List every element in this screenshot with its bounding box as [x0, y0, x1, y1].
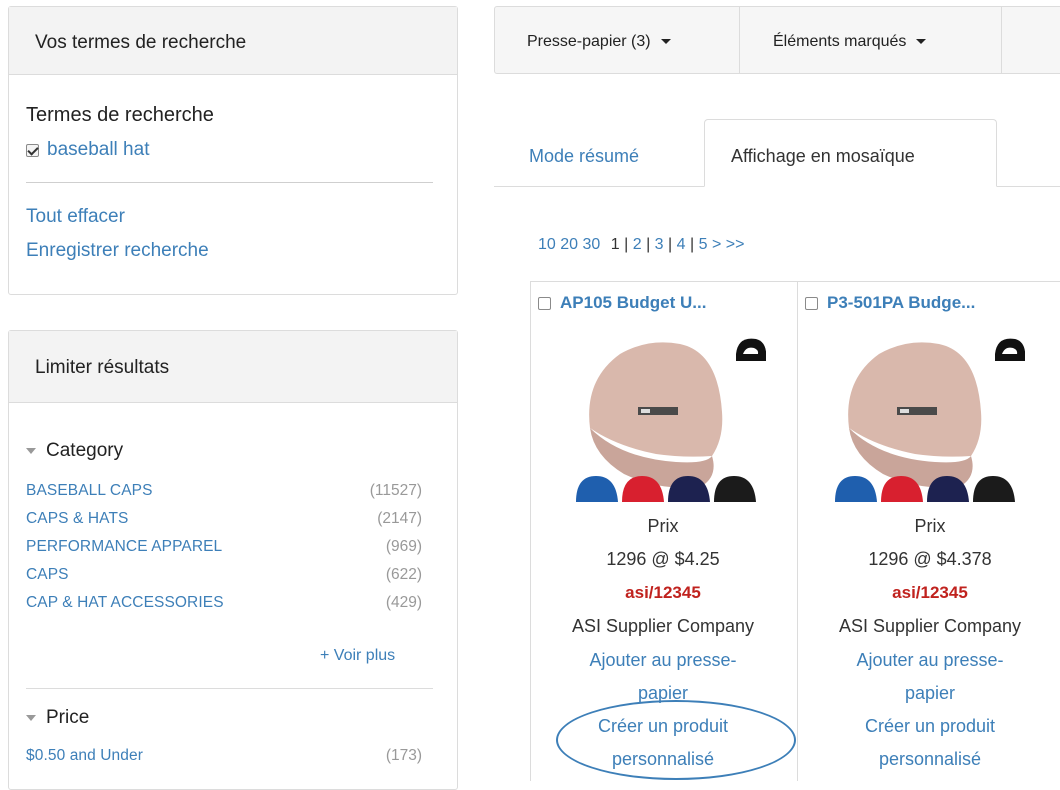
price-item[interactable]: $0.50 and Under (173): [26, 747, 422, 769]
page-4-link[interactable]: 4: [677, 236, 686, 253]
tab-tile-view[interactable]: Affichage en mosaïque: [704, 119, 997, 187]
product-title-link[interactable]: P3-501PA Budge...: [827, 293, 975, 313]
category-count: (622): [385, 566, 422, 583]
tab-summary[interactable]: Mode résumé: [529, 146, 639, 167]
see-more-link[interactable]: + Voir plus: [320, 647, 395, 665]
tab-tile-view-label: Affichage en mosaïque: [731, 146, 915, 166]
category-item[interactable]: CAPS (622): [26, 566, 422, 588]
category-item[interactable]: CAPS & HATS (2147): [26, 510, 422, 532]
category-count: (2147): [377, 510, 422, 527]
page-5-link[interactable]: 5: [699, 236, 708, 253]
clear-all-link[interactable]: Tout effacer: [26, 206, 125, 228]
page-separator: |: [668, 236, 673, 253]
price-count: (173): [385, 747, 422, 764]
add-to-clipboard-link[interactable]: Ajouter au presse-: [530, 650, 796, 671]
price-facet-title: Price: [46, 707, 90, 728]
separator: [739, 7, 740, 73]
price-label: Prix: [914, 516, 946, 536]
product-card: P3-501PA Budge... Prix 1296 @ $4.378 asi…: [797, 282, 1060, 781]
filter-header: Limiter résultats: [9, 331, 457, 403]
clipboard-dropdown[interactable]: Presse-papier (3): [527, 7, 671, 73]
clipboard-label: Presse-papier (3): [527, 33, 651, 50]
category-label[interactable]: CAP & HAT ACCESSORIES: [26, 594, 224, 612]
product-select-checkbox[interactable]: [805, 296, 818, 310]
save-search-link[interactable]: Enregistrer recherche: [26, 240, 209, 262]
product-title-row[interactable]: P3-501PA Budge...: [805, 293, 975, 313]
last-page-link[interactable]: >>: [726, 236, 745, 253]
caret-down-icon: [26, 448, 36, 454]
search-term-row[interactable]: baseball hat: [26, 139, 149, 161]
supplier-name: ASI Supplier Company: [838, 616, 1022, 636]
search-term-checkbox[interactable]: [26, 143, 39, 157]
product-select-checkbox[interactable]: [538, 296, 551, 310]
category-count: (11527): [369, 482, 422, 499]
separator: [1001, 7, 1002, 73]
price-label: Prix: [647, 516, 679, 536]
product-title-row[interactable]: AP105 Budget U...: [538, 293, 706, 313]
price-facet-toggle[interactable]: Price: [26, 707, 89, 729]
category-facet-title: Category: [46, 440, 124, 461]
baseball-cap-image[interactable]: [576, 332, 766, 502]
category-facet-toggle[interactable]: Category: [26, 440, 123, 462]
product-title-link[interactable]: AP105 Budget U...: [560, 293, 706, 313]
asi-number: asi/12345: [625, 583, 701, 602]
create-custom-product-link[interactable]: personnalisé: [530, 749, 796, 770]
pager: 10 20 30 1 | 2 | 3 | 4 | 5 > >>: [538, 236, 744, 254]
toolbar: Presse-papier (3) Éléments marqués: [494, 6, 1060, 74]
page-separator: |: [646, 236, 651, 253]
category-item[interactable]: CAP & HAT ACCESSORIES (429): [26, 594, 422, 616]
page-3-link[interactable]: 3: [655, 236, 664, 253]
price-value: 1296 @ $4.25: [606, 549, 720, 569]
create-custom-product-link[interactable]: personnalisé: [797, 749, 1060, 770]
price-label[interactable]: $0.50 and Under: [26, 747, 143, 765]
page-current: 1: [610, 236, 620, 253]
page-separator: |: [690, 236, 695, 253]
category-label[interactable]: CAPS & HATS: [26, 510, 128, 528]
add-to-clipboard-link[interactable]: Ajouter au presse-: [797, 650, 1060, 671]
page-separator: |: [624, 236, 629, 253]
next-page-link[interactable]: >: [712, 236, 721, 253]
page-size-links[interactable]: 10 20 30: [538, 236, 600, 253]
product-card: AP105 Budget U... Prix 1296 @ $4.25 asi/…: [530, 282, 796, 781]
category-label[interactable]: PERFORMANCE APPAREL: [26, 538, 222, 556]
caret-down-icon: [660, 39, 671, 45]
marked-items-dropdown[interactable]: Éléments marqués: [773, 7, 927, 73]
marked-items-label: Éléments marqués: [773, 33, 907, 50]
category-item[interactable]: PERFORMANCE APPAREL (969): [26, 538, 422, 560]
create-custom-product-link[interactable]: Créer un produit: [797, 716, 1060, 737]
page-2-link[interactable]: 2: [633, 236, 642, 253]
category-count: (969): [385, 538, 422, 555]
search-terms-title: Termes de recherche: [26, 104, 214, 126]
search-term-link[interactable]: baseball hat: [47, 139, 149, 161]
supplier-name: ASI Supplier Company: [571, 616, 755, 636]
add-to-clipboard-link[interactable]: papier: [530, 683, 796, 704]
search-terms-header: Vos termes de recherche: [9, 7, 457, 75]
category-count: (429): [385, 594, 422, 611]
add-to-clipboard-link[interactable]: papier: [797, 683, 1060, 704]
asi-number: asi/12345: [892, 583, 968, 602]
create-custom-product-link[interactable]: Créer un produit: [530, 716, 796, 737]
category-label[interactable]: BASEBALL CAPS: [26, 482, 153, 500]
caret-down-icon: [916, 39, 927, 45]
category-label[interactable]: CAPS: [26, 566, 69, 584]
baseball-cap-image[interactable]: [835, 332, 1025, 502]
price-value: 1296 @ $4.378: [868, 549, 992, 569]
divider: [26, 182, 433, 183]
category-item[interactable]: BASEBALL CAPS (11527): [26, 482, 422, 504]
caret-down-icon: [26, 715, 36, 721]
divider: [26, 688, 433, 689]
